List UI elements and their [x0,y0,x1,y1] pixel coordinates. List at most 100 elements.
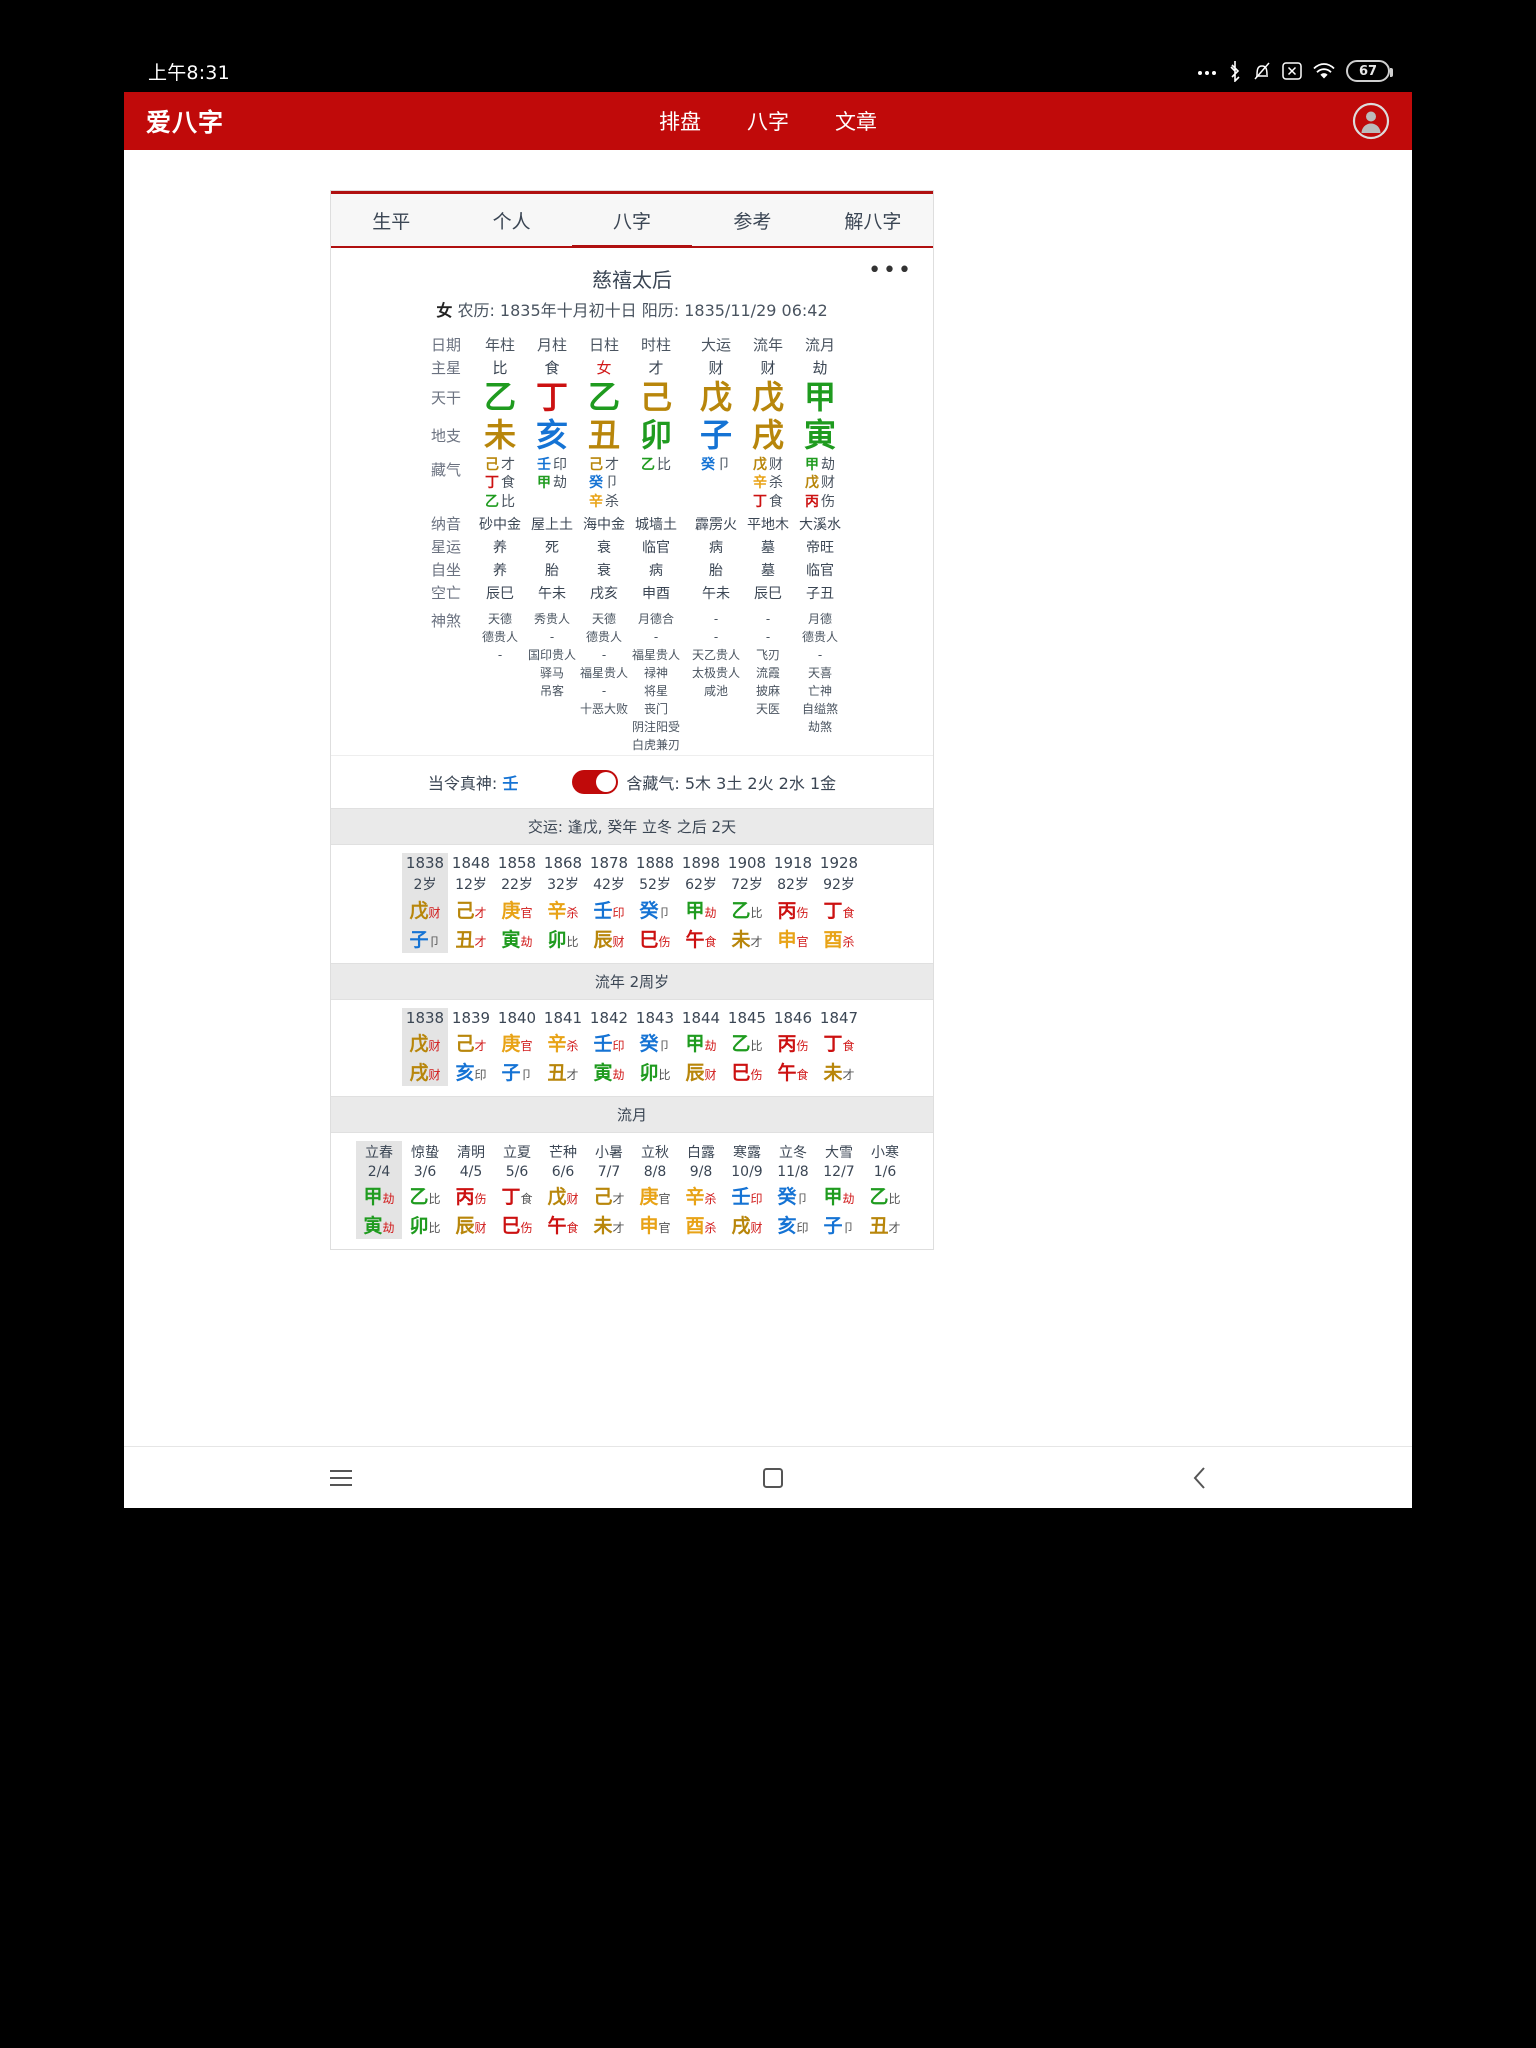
liuyue-zhi-cell[interactable]: 未才 [586,1210,632,1239]
liuyue-zhi-cell[interactable]: 子卩 [816,1210,862,1239]
dayun-age-cell[interactable]: 12岁 [448,873,494,895]
dayun-age-cell[interactable]: 2岁 [402,873,448,896]
account-circle-icon[interactable] [1352,102,1390,140]
liuyue-date-cell[interactable]: 10/9 [724,1163,770,1181]
dayun-year-cell[interactable]: 1888 [632,853,678,873]
liuyue-zhi-cell[interactable]: 午食 [540,1210,586,1239]
liuyue-zhi-cell[interactable]: 申官 [632,1210,678,1239]
liunian-zhi-cell[interactable]: 丑才 [540,1057,586,1086]
liunian-gan-cell[interactable]: 丙伤 [770,1028,816,1057]
liuyue-zhi-cell[interactable]: 酉杀 [678,1210,724,1239]
dayun-age-cell[interactable]: 72岁 [724,873,770,895]
tab-shengping[interactable]: 生平 [331,194,451,246]
liunian-gan-cell[interactable]: 甲劫 [678,1028,724,1057]
more-horizontal-icon[interactable]: ••• [868,260,913,282]
dayun-age-cell[interactable]: 52岁 [632,873,678,895]
liunian-gan-cell[interactable]: 壬印 [586,1028,632,1057]
liuyue-gan-cell[interactable]: 甲劫 [816,1181,862,1210]
liuyue-gan-cell[interactable]: 壬印 [724,1181,770,1210]
liunian-zhi-cell[interactable]: 子卩 [494,1057,540,1086]
dayun-zhi-cell[interactable]: 巳伤 [632,924,678,953]
liuyue-zhi-cell[interactable]: 戌财 [724,1210,770,1239]
liuyue-term-cell[interactable]: 大雪 [816,1141,862,1163]
tab-cankao[interactable]: 参考 [692,194,812,246]
liuyue-zhi-cell[interactable]: 丑才 [862,1210,908,1239]
liuyue-date-cell[interactable]: 1/6 [862,1163,908,1181]
liuyue-gan-cell[interactable]: 辛杀 [678,1181,724,1210]
liunian-year-cell[interactable]: 1846 [770,1008,816,1028]
liuyue-term-cell[interactable]: 小暑 [586,1141,632,1163]
liunian-zhi-cell[interactable]: 午食 [770,1057,816,1086]
nav-item-paipan[interactable]: 排盘 [659,106,701,136]
dayun-year-cell[interactable]: 1928 [816,853,862,873]
dayun-year-cell[interactable]: 1858 [494,853,540,873]
dayun-gan-cell[interactable]: 甲劫 [678,895,724,924]
liuyue-date-cell[interactable]: 4/5 [448,1163,494,1181]
dayun-age-cell[interactable]: 82岁 [770,873,816,895]
liunian-year-cell[interactable]: 1844 [678,1008,724,1028]
dayun-zhi-cell[interactable]: 丑才 [448,924,494,953]
dayun-year-cell[interactable]: 1908 [724,853,770,873]
dayun-age-cell[interactable]: 22岁 [494,873,540,895]
liunian-zhi-cell[interactable]: 巳伤 [724,1057,770,1086]
liuyue-date-cell[interactable]: 11/8 [770,1163,816,1181]
liuyue-term-cell[interactable]: 立冬 [770,1141,816,1163]
dayun-gan-cell[interactable]: 乙比 [724,895,770,924]
liuyue-term-cell[interactable]: 寒露 [724,1141,770,1163]
liuyue-gan-cell[interactable]: 乙比 [402,1181,448,1210]
dayun-zhi-cell[interactable]: 酉杀 [816,924,862,953]
liunian-year-cell[interactable]: 1843 [632,1008,678,1028]
dayun-year-cell[interactable]: 1838 [402,853,448,874]
dayun-zhi-cell[interactable]: 辰财 [586,924,632,953]
dayun-age-cell[interactable]: 92岁 [816,873,862,895]
liunian-year-cell[interactable]: 1838 [402,1008,448,1029]
nav-item-wenzhang[interactable]: 文章 [835,106,877,136]
liuyue-date-cell[interactable]: 3/6 [402,1163,448,1181]
liunian-year-cell[interactable]: 1847 [816,1008,862,1028]
dayun-gan-cell[interactable]: 丙伤 [770,895,816,924]
liunian-zhi-cell[interactable]: 戌财 [402,1057,448,1087]
liunian-gan-cell[interactable]: 癸卩 [632,1028,678,1057]
liuyue-gan-cell[interactable]: 庚官 [632,1181,678,1210]
dayun-gan-cell[interactable]: 戊财 [402,895,448,925]
liuyue-gan-cell[interactable]: 戊财 [540,1181,586,1210]
dayun-age-cell[interactable]: 42岁 [586,873,632,895]
dayun-year-cell[interactable]: 1868 [540,853,586,873]
liuyue-gan-cell[interactable]: 乙比 [862,1181,908,1210]
dayun-year-cell[interactable]: 1898 [678,853,724,873]
tab-jiebazi[interactable]: 解八字 [813,194,933,246]
dayun-zhi-cell[interactable]: 午食 [678,924,724,953]
liuyue-zhi-cell[interactable]: 寅劫 [356,1210,402,1240]
liunian-zhi-cell[interactable]: 未才 [816,1057,862,1086]
liunian-zhi-cell[interactable]: 辰财 [678,1057,724,1086]
liunian-zhi-cell[interactable]: 寅劫 [586,1057,632,1086]
tab-geren[interactable]: 个人 [451,194,571,246]
app-logo[interactable]: 爱八字 [146,103,224,139]
dayun-year-cell[interactable]: 1918 [770,853,816,873]
liunian-gan-cell[interactable]: 己才 [448,1028,494,1057]
dayun-zhi-cell[interactable]: 寅劫 [494,924,540,953]
menu-icon[interactable] [328,1468,354,1488]
liuyue-term-cell[interactable]: 立春 [356,1141,402,1164]
liunian-gan-cell[interactable]: 丁食 [816,1028,862,1057]
nav-item-bazi[interactable]: 八字 [747,106,789,136]
liuyue-zhi-cell[interactable]: 辰财 [448,1210,494,1239]
tab-bazi[interactable]: 八字 [571,194,693,248]
liuyue-term-cell[interactable]: 立秋 [632,1141,678,1163]
liuyue-gan-cell[interactable]: 丙伤 [448,1181,494,1210]
liunian-gan-cell[interactable]: 辛杀 [540,1028,586,1057]
liuyue-term-cell[interactable]: 清明 [448,1141,494,1163]
liuyue-date-cell[interactable]: 2/4 [356,1163,402,1182]
liuyue-gan-cell[interactable]: 癸卩 [770,1181,816,1210]
dayun-year-cell[interactable]: 1878 [586,853,632,873]
dayun-age-cell[interactable]: 62岁 [678,873,724,895]
liuyue-term-cell[interactable]: 白露 [678,1141,724,1163]
liuyue-zhi-cell[interactable]: 亥印 [770,1210,816,1239]
liuyue-date-cell[interactable]: 5/6 [494,1163,540,1181]
dayun-gan-cell[interactable]: 己才 [448,895,494,924]
liuyue-date-cell[interactable]: 12/7 [816,1163,862,1181]
liunian-gan-cell[interactable]: 戊财 [402,1028,448,1058]
liuyue-gan-cell[interactable]: 甲劫 [356,1181,402,1211]
liuyue-term-cell[interactable]: 芒种 [540,1141,586,1163]
dayun-zhi-cell[interactable]: 卯比 [540,924,586,953]
